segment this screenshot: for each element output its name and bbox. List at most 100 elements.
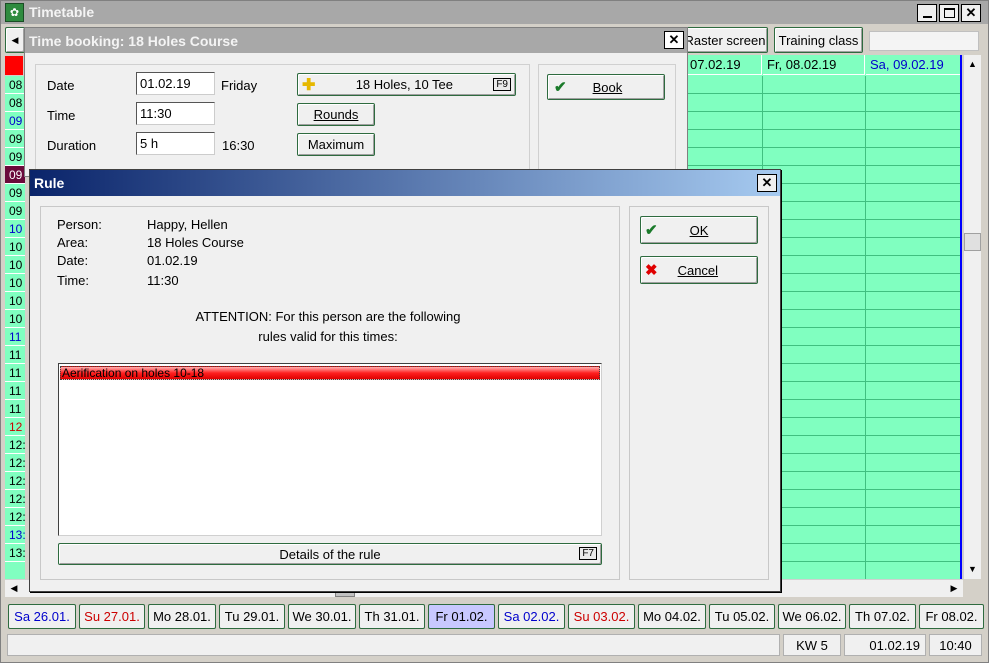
grid-header-2: Fr, 08.02.19 <box>763 55 865 75</box>
grid-column-separator <box>865 310 866 328</box>
grid-row[interactable] <box>686 94 960 112</box>
grid-header-3-text: Sa, 09.02.19 <box>870 57 944 72</box>
scroll-left-button[interactable]: ◀ <box>5 580 23 597</box>
status-week-text: KW 5 <box>796 637 828 653</box>
course-select-button[interactable]: ✚ 18 Holes, 10 Tee F9 <box>297 73 516 96</box>
main-title-bar <box>1 1 988 24</box>
cancel-x-icon: ✖ <box>645 262 658 279</box>
date-tab[interactable]: Mo 28.01. <box>148 604 216 629</box>
grid-header-2-text: Fr, 08.02.19 <box>767 57 837 72</box>
details-of-rule-button[interactable]: Details of the rule F7 <box>58 543 602 565</box>
date-tab[interactable]: Mo 04.02. <box>638 604 706 629</box>
vertical-scrollbar[interactable]: ▲ ▼ <box>963 55 981 579</box>
time-row-label: 12: <box>5 454 25 472</box>
grid-row[interactable] <box>686 130 960 148</box>
date-field[interactable] <box>136 72 215 95</box>
time-info-label: Time: <box>57 273 90 288</box>
grid-header-1: 07.02.19 <box>686 55 762 75</box>
rule-close-button[interactable]: ✕ <box>757 174 777 192</box>
time-row-label: 13: <box>5 544 25 562</box>
close-icon: ✕ <box>668 32 680 47</box>
training-class-button[interactable]: Training class <box>774 27 863 53</box>
date-tab-label: Fr 01.02. <box>435 609 488 624</box>
grid-column-separator <box>865 76 866 94</box>
time-row-label: 09 <box>5 202 25 220</box>
toolbar-empty-field[interactable] <box>869 31 979 51</box>
training-class-label: Training class <box>778 32 859 48</box>
attention-line-1: ATTENTION: For this person are the follo… <box>195 309 461 324</box>
date-tab[interactable]: We 06.02. <box>778 604 846 629</box>
time-row-label: 11 <box>5 328 25 346</box>
maximum-button[interactable]: Maximum <box>297 133 375 156</box>
arrow-down-icon: ▼ <box>968 564 977 574</box>
time-column-marker <box>5 56 23 75</box>
grid-row[interactable] <box>686 112 960 130</box>
f7-key-badge: F7 <box>579 547 597 560</box>
arrow-left-icon: ◀ <box>10 583 18 593</box>
time-row-label: 10 <box>5 220 25 238</box>
maximize-button[interactable] <box>939 4 959 22</box>
date-tab[interactable]: Su 03.02. <box>568 604 635 629</box>
person-label: Person: <box>57 217 102 232</box>
status-date-text: 01.02.19 <box>869 637 920 653</box>
status-date: 01.02.19 <box>844 634 926 656</box>
plus-icon: ✚ <box>302 76 316 94</box>
scroll-up-button[interactable]: ▲ <box>964 55 981 73</box>
duration-field[interactable] <box>136 132 215 155</box>
time-row-label: 11 <box>5 346 25 364</box>
rounds-button[interactable]: Rounds <box>297 103 375 126</box>
minimize-button[interactable] <box>917 4 937 22</box>
date-tab[interactable]: We 30.01. <box>288 604 356 629</box>
date-tab[interactable]: Tu 05.02. <box>709 604 775 629</box>
grid-header-3: Sa, 09.02.19 <box>866 55 960 75</box>
date-tab[interactable]: Th 07.02. <box>849 604 916 629</box>
date-tab-label: Su 27.01. <box>84 609 140 624</box>
hscroll-thumb[interactable] <box>335 592 355 597</box>
person-value: Happy, Hellen <box>147 217 228 232</box>
grid-column-separator <box>865 148 866 166</box>
date-tab[interactable]: Fr 01.02. <box>428 604 495 629</box>
cancel-button[interactable]: ✖ Cancel <box>640 256 758 284</box>
grid-row[interactable] <box>686 148 960 166</box>
time-label: Time <box>47 108 76 123</box>
grid-column-separator <box>865 544 866 562</box>
grid-column-separator <box>762 130 763 148</box>
status-week: KW 5 <box>783 634 841 656</box>
close-window-button[interactable]: ✕ <box>961 4 981 22</box>
booking-close-button[interactable]: ✕ <box>664 31 684 49</box>
time-field[interactable] <box>136 102 215 125</box>
date-tab[interactable]: Sa 02.02. <box>498 604 565 629</box>
grid-column-separator <box>865 490 866 508</box>
grid-column-separator <box>865 400 866 418</box>
date-info-label: Date: <box>57 253 89 268</box>
date-label: Date <box>47 78 75 93</box>
time-row-label: 10 <box>5 256 25 274</box>
grid-row[interactable] <box>686 76 960 94</box>
ok-button[interactable]: ✔ OK <box>640 216 758 244</box>
grid-column-separator <box>865 274 866 292</box>
date-tab-label: We 30.01. <box>292 609 352 624</box>
rules-list-item[interactable]: Aerification on holes 10-18 <box>60 366 600 380</box>
scroll-down-button[interactable]: ▼ <box>964 560 981 578</box>
scroll-right-button[interactable]: ▶ <box>945 580 963 597</box>
raster-screen-button[interactable]: Raster screen <box>682 27 768 53</box>
date-tab[interactable]: Fr 08.02. <box>919 604 984 629</box>
time-row-label: 08 <box>5 76 25 94</box>
time-info-value: 11:30 <box>147 273 179 288</box>
date-tab[interactable]: Th 31.01. <box>359 604 425 629</box>
grid-column-separator <box>865 562 866 579</box>
grid-column-separator <box>865 202 866 220</box>
toolbar-left-arrow[interactable]: ◀ <box>5 27 25 53</box>
time-row-label: 12: <box>5 508 25 526</box>
scroll-thumb[interactable] <box>964 233 981 251</box>
date-tab[interactable]: Su 27.01. <box>79 604 145 629</box>
book-button[interactable]: ✔ Book <box>547 74 665 100</box>
date-tab[interactable]: Tu 29.01. <box>219 604 285 629</box>
date-tab-label: Tu 05.02. <box>714 609 770 624</box>
grid-column-separator <box>865 346 866 364</box>
grid-column-separator <box>865 94 866 112</box>
date-tab[interactable]: Sa 26.01. <box>8 604 76 629</box>
time-row-label: 11 <box>5 364 25 382</box>
rules-list[interactable]: Aerification on holes 10-18 <box>58 363 602 536</box>
rule-title: Rule <box>34 175 65 191</box>
